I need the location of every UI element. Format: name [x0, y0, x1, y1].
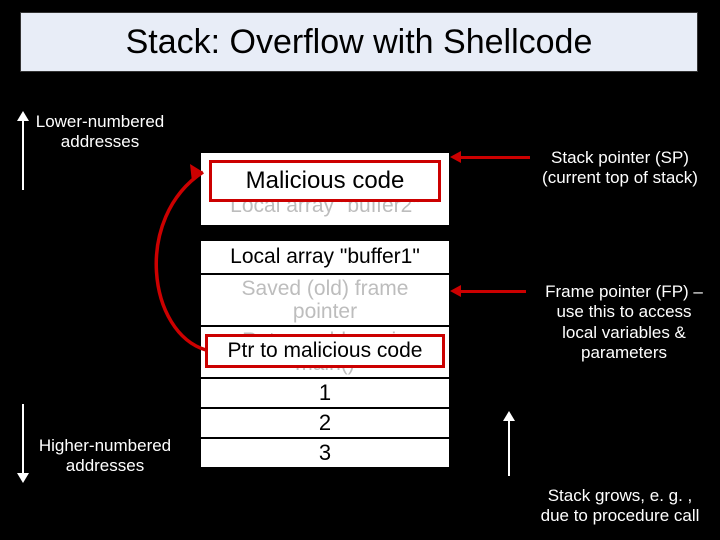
arrow-down-left: [22, 404, 24, 474]
slide-title: Stack: Overflow with Shellcode: [20, 12, 698, 72]
curved-pointer-arrow: [128, 158, 248, 388]
sp-pointer-arrow: [460, 156, 530, 159]
lower-address-label: Lower-numbered addresses: [30, 112, 170, 153]
frame-pointer-label: Frame pointer (FP) – use this to access …: [524, 282, 720, 364]
cell-param-3: 3: [200, 438, 450, 468]
higher-address-label: Higher-numbered addresses: [30, 436, 180, 477]
arrow-up-left: [22, 120, 24, 190]
stack-pointer-label: Stack pointer (SP) (current top of stack…: [530, 148, 710, 189]
fp-pointer-arrow: [460, 290, 526, 293]
arrow-up-right: [508, 420, 510, 476]
cell-param-2: 2: [200, 408, 450, 438]
stack-grows-label: Stack grows, e. g. , due to procedure ca…: [520, 486, 720, 527]
